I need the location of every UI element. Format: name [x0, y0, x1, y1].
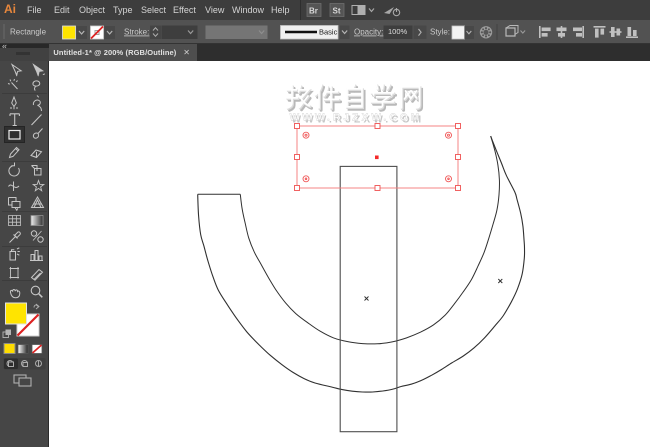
svg-text:WWW.RJZXW.COM: WWW.RJZXW.COM — [290, 112, 423, 123]
